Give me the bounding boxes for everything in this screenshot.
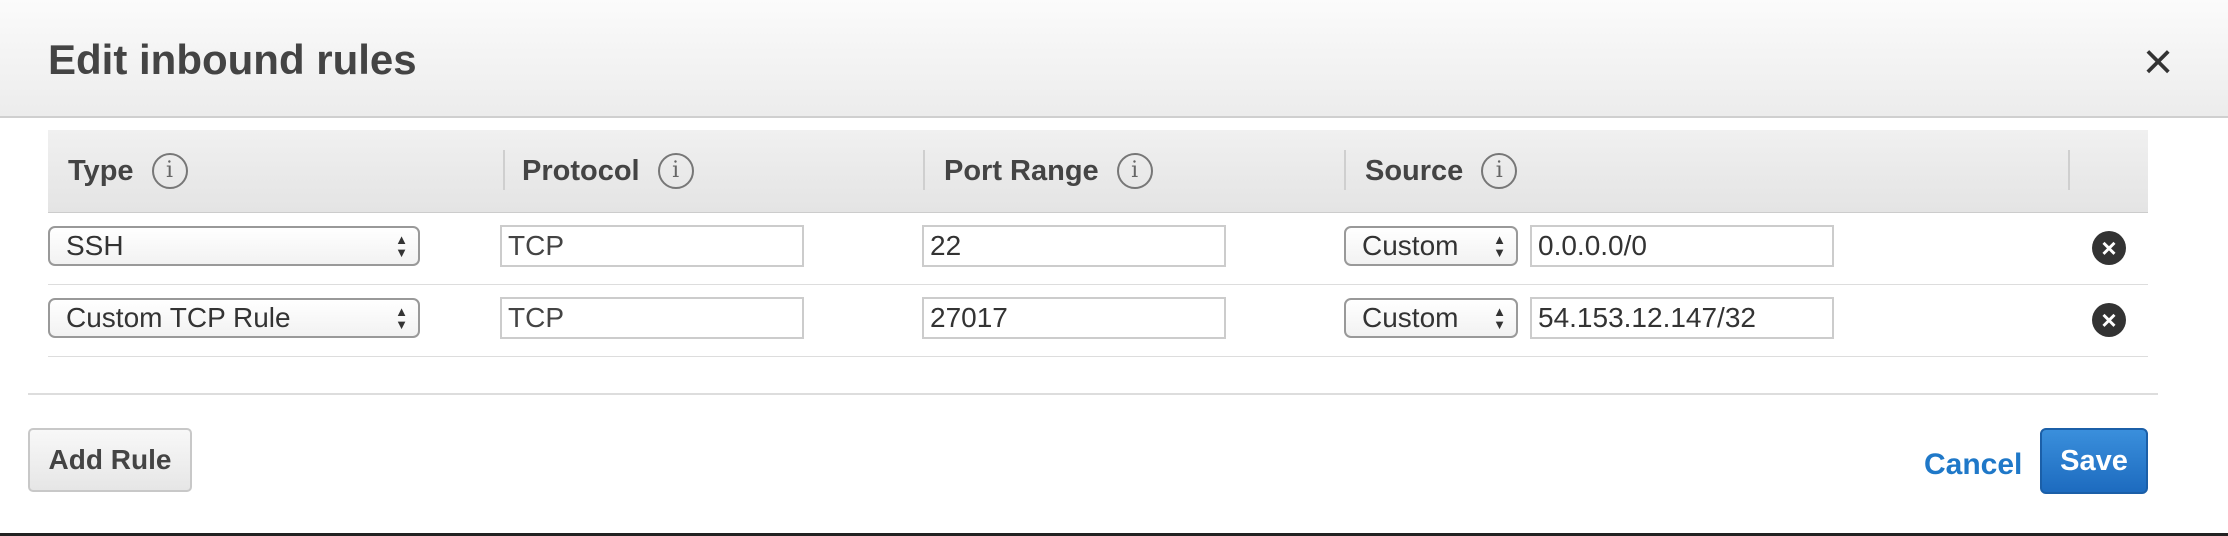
column-divider	[1344, 150, 1346, 190]
source-type-select[interactable]: Custom ▲ ▼	[1344, 226, 1518, 266]
source-cidr-input[interactable]: 54.153.12.147/32	[1530, 297, 1834, 339]
select-arrows-icon: ▲ ▼	[395, 232, 408, 260]
dialog-header: Edit inbound rules ×	[0, 0, 2228, 118]
source-type-value: Custom	[1362, 302, 1459, 333]
select-arrows-icon: ▲ ▼	[395, 304, 408, 332]
remove-rule-icon[interactable]: ×	[2092, 303, 2126, 337]
close-icon[interactable]: ×	[2138, 36, 2178, 88]
port-range-input[interactable]: 22	[922, 225, 1226, 267]
type-select[interactable]: SSH ▲ ▼	[48, 226, 420, 266]
column-label: Source	[1365, 154, 1464, 187]
protocol-field: TCP	[500, 225, 804, 267]
column-header-type: Type i	[68, 130, 188, 212]
column-label: Protocol	[522, 154, 640, 187]
info-icon[interactable]: i	[151, 153, 188, 189]
column-label: Type	[68, 154, 134, 187]
table-header: Type i Protocol i Port Range i Source i	[48, 130, 2148, 213]
port-range-input[interactable]: 27017	[922, 297, 1226, 339]
column-divider	[923, 150, 925, 190]
remove-rule-icon[interactable]: ×	[2092, 231, 2126, 265]
cancel-button[interactable]: Cancel	[1924, 448, 2022, 482]
source-cidr-input[interactable]: 0.0.0.0/0	[1530, 225, 1834, 267]
protocol-field: TCP	[500, 297, 804, 339]
dialog-title: Edit inbound rules	[48, 36, 417, 83]
column-divider	[2068, 150, 2070, 190]
select-arrows-icon: ▲ ▼	[1493, 304, 1506, 332]
footer-divider	[28, 393, 2158, 395]
type-select[interactable]: Custom TCP Rule ▲ ▼	[48, 298, 420, 338]
column-header-source: Source i	[1365, 130, 1518, 212]
save-button[interactable]: Save	[2040, 428, 2148, 494]
column-header-port-range: Port Range i	[944, 130, 1153, 212]
select-arrows-icon: ▲ ▼	[1493, 232, 1506, 260]
add-rule-button[interactable]: Add Rule	[28, 428, 192, 492]
type-select-value: Custom TCP Rule	[66, 302, 291, 333]
column-label: Port Range	[944, 154, 1099, 187]
edit-inbound-rules-dialog: Edit inbound rules × Type i Protocol i P…	[0, 0, 2228, 536]
column-divider	[503, 150, 505, 190]
source-type-value: Custom	[1362, 230, 1459, 261]
info-icon[interactable]: i	[657, 153, 694, 189]
column-header-protocol: Protocol i	[522, 130, 694, 212]
table-row: Custom TCP Rule ▲ ▼ TCP 27017 Custom ▲ ▼ 5…	[48, 285, 2148, 357]
rules-table: Type i Protocol i Port Range i Source i …	[48, 130, 2148, 357]
source-type-select[interactable]: Custom ▲ ▼	[1344, 298, 1518, 338]
info-icon[interactable]: i	[1481, 153, 1518, 189]
info-icon[interactable]: i	[1116, 153, 1153, 189]
table-row: SSH ▲ ▼ TCP 22 Custom ▲ ▼ 0.0.0.0/0 ×	[48, 213, 2148, 285]
type-select-value: SSH	[66, 230, 124, 261]
